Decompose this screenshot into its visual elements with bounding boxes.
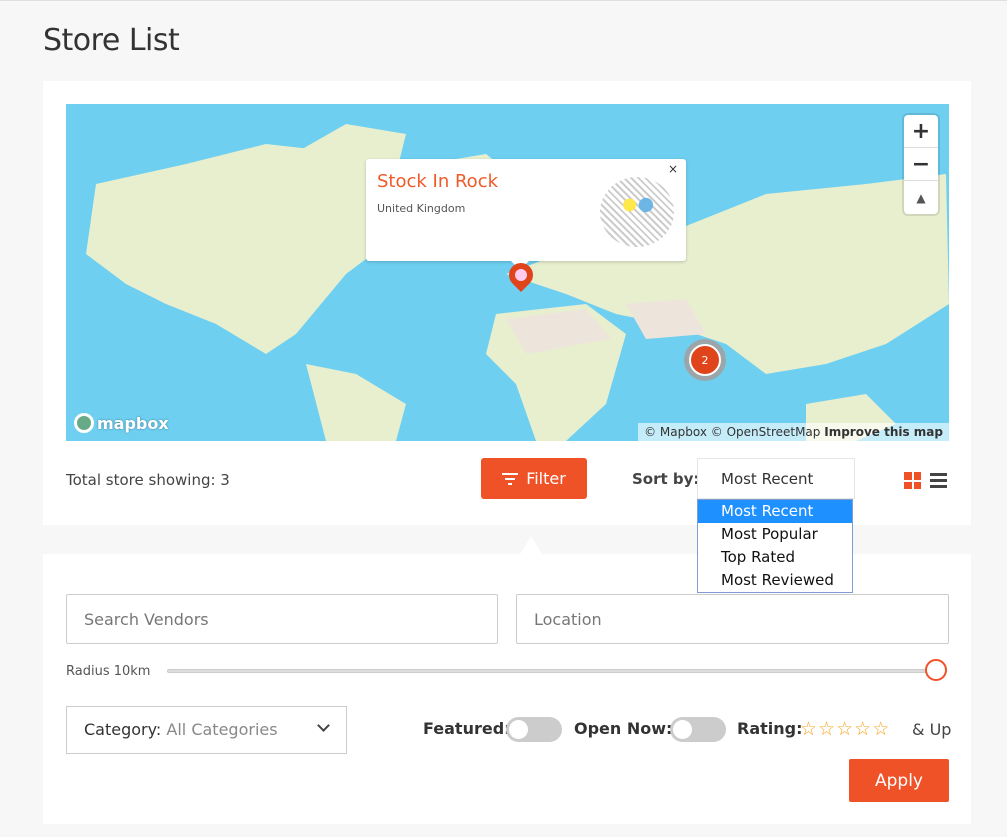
featured-label: Featured: [423,719,511,738]
category-value: All Categories [166,720,278,739]
map-attribution: © Mapbox © OpenStreetMap Improve this ma… [638,423,949,441]
radius-label: Radius 10km [66,664,151,679]
mapbox-logo[interactable]: mapbox [74,413,169,433]
marker-cluster[interactable]: 2 [684,339,726,381]
star-icon[interactable]: ☆ [854,718,871,740]
mapbox-logo-icon [74,413,94,433]
improve-map-link[interactable]: Improve this map [824,425,943,439]
star-icon[interactable]: ☆ [872,718,889,740]
sort-label: Sort by: [632,470,700,488]
radius-slider-handle[interactable] [925,659,947,681]
popup-close-button[interactable]: × [668,162,678,176]
filter-label: Filter [526,469,566,488]
store-popup: Stock In Rock United Kingdom × [366,159,686,270]
star-icon[interactable]: ☆ [818,718,835,740]
rating-label: Rating: [737,719,803,738]
open-now-label: Open Now: [574,719,673,738]
rating-suffix: & Up [912,720,952,739]
popup-store-name[interactable]: Stock In Rock [377,171,498,192]
radius-slider[interactable] [167,669,937,673]
zoom-controls: + − ▲ [904,115,938,214]
apply-button[interactable]: Apply [849,759,949,802]
chevron-down-icon [317,719,330,732]
zoom-in-button[interactable]: + [904,115,938,148]
filter-icon [502,472,519,485]
compass-button[interactable]: ▲ [904,181,938,214]
search-vendors-input[interactable]: Search Vendors [66,594,498,644]
rating-stars: ☆ ☆ ☆ ☆ ☆ [800,718,889,740]
category-select[interactable]: Category: All Categories [66,706,347,754]
store-map[interactable]: + − ▲ Stock In Rock United Kingdom × 2 m… [66,104,949,441]
total-store-count: Total store showing: 3 [66,471,230,489]
filter-panel: Search Vendors Location Radius 10km Cate… [43,554,971,824]
cluster-count: 2 [689,344,721,376]
sort-select[interactable]: Most Recent [697,458,855,499]
location-input[interactable]: Location [516,594,949,644]
popup-store-location: United Kingdom [377,202,466,215]
store-image [600,177,674,247]
filter-button[interactable]: Filter [481,458,587,499]
page-title: Store List [43,23,180,58]
filter-panel-arrow [520,536,542,554]
sort-option[interactable]: Top Rated [698,546,852,569]
grid-view-icon[interactable] [904,472,921,489]
map-land [86,124,949,441]
open-now-toggle[interactable] [670,717,726,742]
zoom-out-button[interactable]: − [904,148,938,181]
sort-option[interactable]: Most Popular [698,523,852,546]
attribution-text[interactable]: © Mapbox © OpenStreetMap [644,425,820,439]
list-view-icon[interactable] [930,473,947,488]
sort-dropdown: Most Recent Most Popular Top Rated Most … [697,499,853,593]
star-icon[interactable]: ☆ [836,718,853,740]
sort-option[interactable]: Most Reviewed [698,569,852,592]
featured-toggle[interactable] [506,717,562,742]
category-label: Category: [84,720,162,739]
star-icon[interactable]: ☆ [800,718,817,740]
map-card: + − ▲ Stock In Rock United Kingdom × 2 m… [43,81,971,525]
sort-option[interactable]: Most Recent [698,500,852,523]
